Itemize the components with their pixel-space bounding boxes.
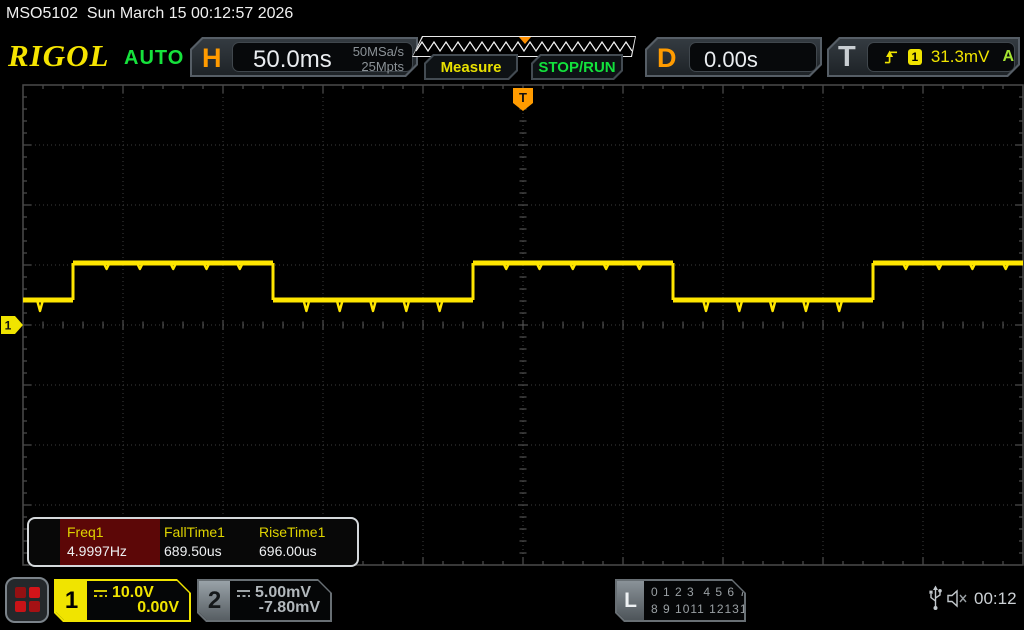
t-label: T: [838, 41, 856, 74]
dc-coupling-icon: [236, 588, 251, 598]
measurement-results-panel: Freq1 4.9997Hz FallTime1 689.50us RiseTi…: [27, 517, 359, 567]
logic-analyzer-status-box[interactable]: L 0 1 2 3 4 5 6 7 8 9 1011 12131415: [615, 579, 746, 622]
channel-2-tab: 2: [199, 581, 230, 620]
timebase-panel: 50.0ms 50MSa/s 25Mpts: [232, 42, 413, 72]
main-menu-button[interactable]: [5, 577, 49, 623]
oscilloscope-screen: T 1 MSO5102 Sun March 15 00:12:57 2026 RI…: [0, 0, 1024, 630]
preview-trigger-position-icon: [519, 37, 531, 44]
channel-2-status-box[interactable]: 2 5.00mV -7.80mV: [197, 579, 332, 622]
menu-grid-icon: [15, 587, 26, 598]
usb-icon: [928, 585, 943, 611]
channel-1-status-box[interactable]: 1 10.0V 0.00V: [54, 579, 191, 622]
h-label: H: [202, 43, 222, 74]
system-info-bar: MSO5102 Sun March 15 00:12:57 2026: [0, 0, 1024, 30]
d-label: D: [657, 43, 677, 74]
svg-text:1: 1: [5, 319, 12, 333]
dc-coupling-icon: [93, 588, 108, 598]
channel-1-offset: 0.00V: [137, 599, 179, 617]
svg-text:T: T: [519, 90, 527, 105]
logic-analyzer-tab: L: [617, 581, 644, 620]
measure-button[interactable]: Measure: [424, 54, 518, 80]
uptime-clock: 00:12: [974, 589, 1017, 609]
acquisition-mode-label: AUTO: [124, 47, 184, 70]
stop-run-button[interactable]: STOP/RUN: [531, 54, 623, 80]
trigger-status-box[interactable]: T 1 31.3mV A: [827, 37, 1020, 77]
trigger-source-badge: 1: [908, 49, 922, 65]
memory-waveform-preview[interactable]: [412, 36, 636, 57]
sound-muted-icon[interactable]: [947, 589, 970, 608]
timebase-value: 50.0ms: [253, 46, 332, 74]
sample-rate: 50MSa/s: [353, 44, 404, 59]
model-and-datetime: MSO5102 Sun March 15 00:12:57 2026: [6, 5, 293, 23]
delay-panel: 0.00s: [689, 42, 817, 72]
trigger-sweep-mode: A: [1002, 48, 1014, 66]
trigger-level-value: 31.3mV: [931, 47, 990, 67]
channel-2-offset: -7.80mV: [259, 599, 320, 617]
horizontal-delay-box[interactable]: D 0.00s: [645, 37, 822, 77]
rigol-logo: RIGOL: [8, 38, 109, 74]
sample-rate-block: 50MSa/s 25Mpts: [353, 44, 404, 74]
delay-value: 0.00s: [704, 47, 758, 73]
memory-depth: 25Mpts: [353, 59, 404, 74]
digital-channels-row1: 0 1 2 3 4 5 6 7: [651, 585, 747, 599]
rising-edge-trigger-icon: [884, 49, 899, 65]
channel-1-tab: 1: [56, 581, 87, 620]
horizontal-timebase-box[interactable]: H 50.0ms 50MSa/s 25Mpts: [190, 37, 418, 77]
